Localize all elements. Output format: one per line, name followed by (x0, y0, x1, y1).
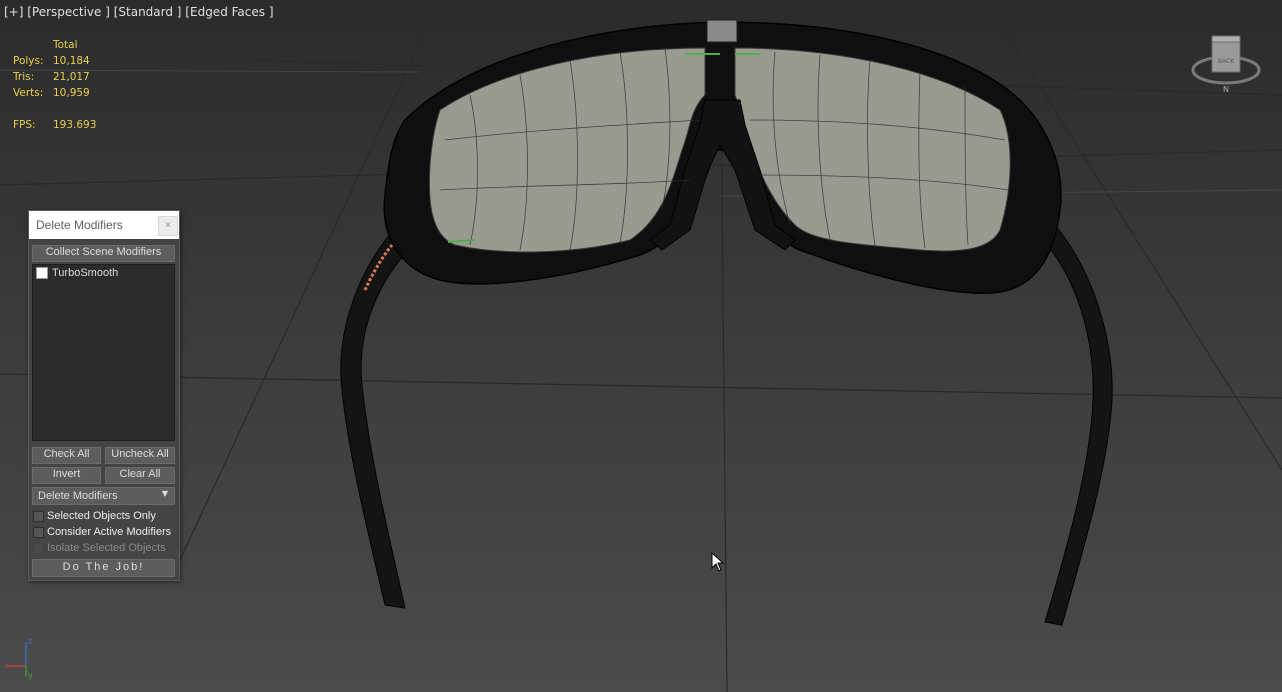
checkbox-box[interactable] (33, 510, 44, 522)
invert-button[interactable]: Invert (32, 467, 101, 484)
polys-label: Polys: (13, 55, 44, 67)
axis-x-label: x (4, 661, 9, 670)
tris-value: 21,017 (53, 71, 90, 83)
chevron-down-icon: ▼ (161, 489, 168, 498)
close-button[interactable]: × (158, 216, 178, 236)
list-item-label: TurboSmooth (52, 267, 119, 279)
polys-value: 10,184 (53, 55, 90, 67)
perspective-viewport[interactable]: [+] [Perspective ] [Standard ] [Edged Fa… (0, 0, 1282, 692)
stats-tris-row: Tris: 21,017 (13, 69, 96, 85)
viewcube-compass-label: N (1223, 85, 1229, 94)
checkbox-box (33, 542, 44, 554)
stats-verts-row: Verts: 10,959 (13, 85, 96, 101)
do-the-job-button[interactable]: Do The Job! (32, 559, 175, 577)
scene-3d-view[interactable] (0, 0, 1282, 692)
isolate-selected-objects-checkbox: Isolate Selected Objects (33, 542, 166, 554)
uncheck-all-button[interactable]: Uncheck All (105, 447, 175, 464)
fps-label: FPS: (13, 119, 36, 131)
dialog-titlebar[interactable]: Delete Modifiers × (29, 211, 179, 239)
dialog-title: Delete Modifiers (36, 218, 123, 232)
check-all-button[interactable]: Check All (32, 447, 101, 464)
viewport-label[interactable]: [+] [Perspective ] [Standard ] [Edged Fa… (4, 5, 274, 19)
viewcube-face-label: BACK (1218, 58, 1235, 65)
consider-active-modifiers-checkbox[interactable]: Consider Active Modifiers (33, 526, 171, 538)
viewcube-box (1211, 39, 1241, 73)
clear-all-button[interactable]: Clear All (105, 467, 175, 484)
checkbox-box[interactable] (33, 526, 44, 538)
isolate-selected-objects-label: Isolate Selected Objects (47, 542, 166, 554)
axis-y-label: y (28, 671, 33, 680)
axis-z-label: z (28, 637, 32, 646)
mouse-cursor-icon (711, 551, 725, 576)
selected-objects-only-label: Selected Objects Only (47, 510, 156, 522)
stats-header: Total (53, 39, 78, 51)
verts-label: Verts: (13, 87, 44, 99)
list-item-checkbox[interactable] (36, 267, 48, 279)
stats-fps-row: FPS: 193.693 (13, 117, 96, 133)
mode-dropdown[interactable]: Delete Modifiers ▼ (32, 487, 175, 505)
temple-arm-right (1029, 209, 1113, 626)
delete-modifiers-dialog[interactable]: Delete Modifiers × Collect Scene Modifie… (28, 210, 180, 581)
axis-gizmo: z x y (4, 636, 44, 684)
modifiers-list[interactable]: TurboSmooth (32, 264, 175, 441)
mode-dropdown-value: Delete Modifiers (38, 490, 118, 502)
temple-arm-left (340, 231, 411, 609)
verts-value: 10,959 (53, 87, 90, 99)
tris-label: Tris: (13, 71, 35, 83)
consider-active-modifiers-label: Consider Active Modifiers (47, 526, 172, 538)
statistics-overlay: Total Polys: 10,184 Tris: 21,017 Verts: … (13, 37, 96, 133)
stats-polys-row: Polys: 10,184 (13, 53, 96, 69)
fps-value: 193.693 (53, 119, 97, 131)
viewcube[interactable]: BACK N (1190, 34, 1266, 94)
selected-objects-only-checkbox[interactable]: Selected Objects Only (33, 510, 156, 522)
collect-scene-modifiers-button[interactable]: Collect Scene Modifiers (32, 245, 175, 262)
list-item[interactable]: TurboSmooth (36, 267, 118, 279)
